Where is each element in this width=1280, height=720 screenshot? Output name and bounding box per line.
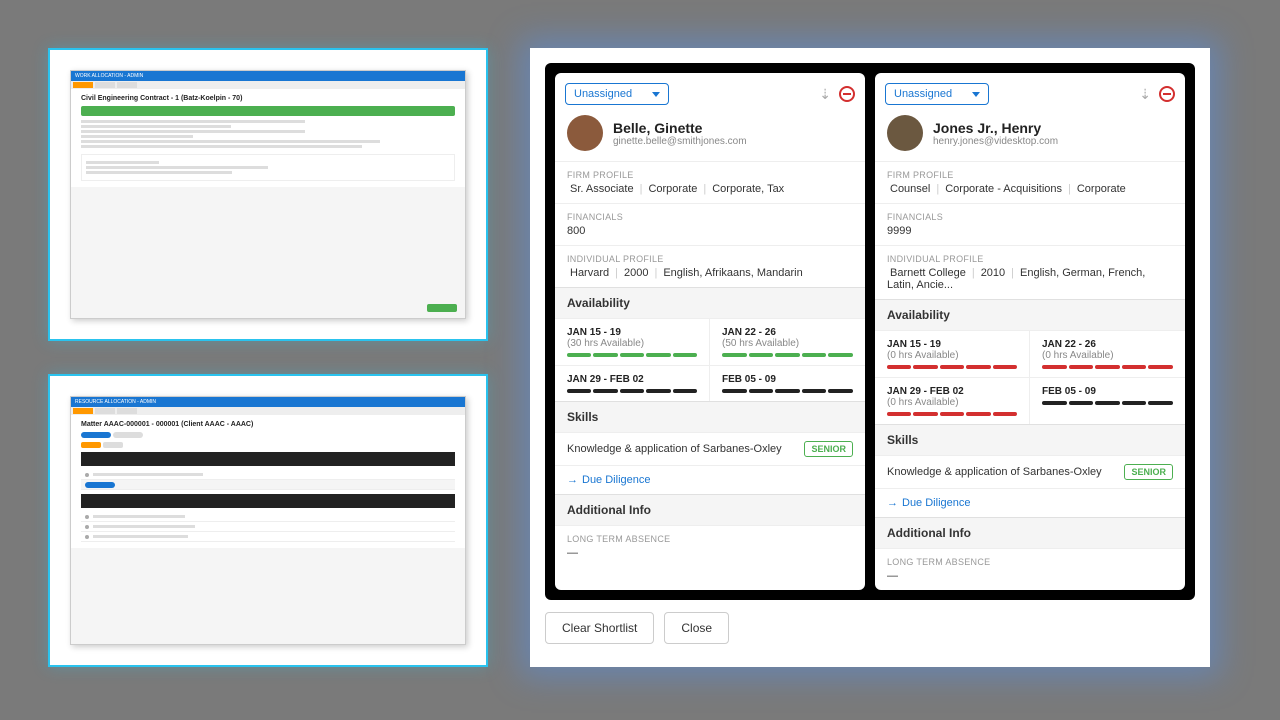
availability-cell: JAN 15 - 19 (0 hrs Available) (875, 330, 1030, 377)
additional-info-header: Additional Info (555, 494, 865, 525)
availability-cell: FEB 05 - 09 (710, 365, 865, 401)
date-range: JAN 22 - 26 (1042, 339, 1173, 350)
availability-bars (722, 353, 853, 357)
additional-info-header: Additional Info (875, 517, 1185, 548)
person-email: ginette.belle@smithjones.com (613, 136, 747, 147)
individual-profile-value: Harvard|2000|English, Afrikaans, Mandari… (567, 267, 853, 279)
comparison-panel: Unassigned ⇣ Belle, Ginette ginette.bell… (530, 48, 1210, 667)
individual-profile-label: INDIVIDUAL PROFILE (567, 254, 853, 264)
firm-profile-label: FIRM PROFILE (887, 170, 1173, 180)
avatar (567, 115, 603, 151)
individual-profile-label: INDIVIDUAL PROFILE (887, 254, 1173, 264)
date-range: JAN 29 - FEB 02 (887, 386, 1017, 397)
long-term-absence-label: LONG TERM ABSENCE (887, 557, 1173, 567)
skills-header: Skills (875, 424, 1185, 455)
skill-badge: SENIOR (804, 441, 853, 457)
availability-cell: JAN 29 - FEB 02 (0 hrs Available) (875, 377, 1030, 424)
availability-bars (887, 412, 1017, 416)
avatar (887, 115, 923, 151)
skill-name: Knowledge & application of Sarbanes-Oxle… (887, 466, 1102, 478)
close-button[interactable]: Close (664, 612, 729, 644)
mini-title: Matter AAAC-000001 - 000001 (Client AAAC… (81, 421, 455, 428)
due-diligence-link[interactable]: →Due Diligence (887, 497, 970, 509)
availability-cell: FEB 05 - 09 (1030, 377, 1185, 424)
date-range: FEB 05 - 09 (1042, 386, 1173, 397)
assignment-dropdown[interactable]: Unassigned (885, 83, 989, 105)
skill-name: Knowledge & application of Sarbanes-Oxle… (567, 443, 782, 455)
financials-value: 9999 (887, 225, 1173, 237)
firm-profile-label: FIRM PROFILE (567, 170, 853, 180)
due-diligence-link[interactable]: →Due Diligence (567, 474, 650, 486)
person-name: Belle, Ginette (613, 120, 747, 136)
availability-bars (1042, 401, 1173, 405)
availability-cell: JAN 22 - 26 (0 hrs Available) (1030, 330, 1185, 377)
person-card: Unassigned ⇣ Belle, Ginette ginette.bell… (555, 73, 865, 590)
hours-available: (0 hrs Available) (1042, 350, 1173, 361)
availability-bars (567, 389, 697, 393)
availability-bars (567, 353, 697, 357)
availability-cell: JAN 15 - 19 (30 hrs Available) (555, 318, 710, 365)
person-card: Unassigned ⇣ Jones Jr., Henry henry.jone… (875, 73, 1185, 590)
skill-badge: SENIOR (1124, 464, 1173, 480)
mini-title: Civil Engineering Contract - 1 (Batz-Koe… (81, 95, 455, 102)
date-range: FEB 05 - 09 (722, 374, 853, 385)
pin-icon[interactable]: ⇣ (819, 86, 831, 103)
assignment-dropdown[interactable]: Unassigned (565, 83, 669, 105)
clear-shortlist-button[interactable]: Clear Shortlist (545, 612, 654, 644)
cards-container: Unassigned ⇣ Belle, Ginette ginette.bell… (545, 63, 1195, 600)
individual-profile-value: Barnett College|2010|English, German, Fr… (887, 267, 1173, 291)
chevron-down-icon (652, 92, 660, 97)
arrow-icon: → (887, 497, 898, 509)
hours-available: (0 hrs Available) (887, 397, 1017, 408)
thumbnail-resource-allocation[interactable]: RESOURCE ALLOCATION - ADMIN Matter AAAC-… (48, 374, 488, 667)
date-range: JAN 22 - 26 (722, 327, 853, 338)
mini-header: RESOURCE ALLOCATION - ADMIN (75, 399, 156, 405)
firm-profile-value: Sr. Associate|Corporate|Corporate, Tax (567, 183, 853, 195)
financials-label: FINANCIALS (567, 212, 853, 222)
availability-header: Availability (875, 299, 1185, 330)
date-range: JAN 15 - 19 (887, 339, 1017, 350)
date-range: JAN 15 - 19 (567, 327, 697, 338)
mini-header: WORK ALLOCATION - ADMIN (75, 73, 143, 79)
availability-bars (722, 389, 853, 393)
remove-icon[interactable] (1159, 86, 1175, 102)
dropdown-value: Unassigned (894, 88, 952, 100)
long-term-absence-label: LONG TERM ABSENCE (567, 534, 853, 544)
availability-bars (1042, 365, 1173, 369)
hours-available: (30 hrs Available) (567, 338, 697, 349)
pin-icon[interactable]: ⇣ (1139, 86, 1151, 103)
long-term-absence-value: — (567, 547, 853, 559)
hours-available: (50 hrs Available) (722, 338, 853, 349)
date-range: JAN 29 - FEB 02 (567, 374, 697, 385)
remove-icon[interactable] (839, 86, 855, 102)
availability-cell: JAN 22 - 26 (50 hrs Available) (710, 318, 865, 365)
chevron-down-icon (972, 92, 980, 97)
financials-value: 800 (567, 225, 853, 237)
skills-header: Skills (555, 401, 865, 432)
arrow-icon: → (567, 474, 578, 486)
person-email: henry.jones@videsktop.com (933, 136, 1058, 147)
person-name: Jones Jr., Henry (933, 120, 1058, 136)
availability-cell: JAN 29 - FEB 02 (555, 365, 710, 401)
firm-profile-value: Counsel|Corporate - Acquisitions|Corpora… (887, 183, 1173, 195)
availability-bars (887, 365, 1017, 369)
financials-label: FINANCIALS (887, 212, 1173, 222)
long-term-absence-value: — (887, 570, 1173, 582)
thumbnail-work-allocation[interactable]: WORK ALLOCATION - ADMIN Civil Engineerin… (48, 48, 488, 341)
dropdown-value: Unassigned (574, 88, 632, 100)
hours-available: (0 hrs Available) (887, 350, 1017, 361)
availability-header: Availability (555, 287, 865, 318)
